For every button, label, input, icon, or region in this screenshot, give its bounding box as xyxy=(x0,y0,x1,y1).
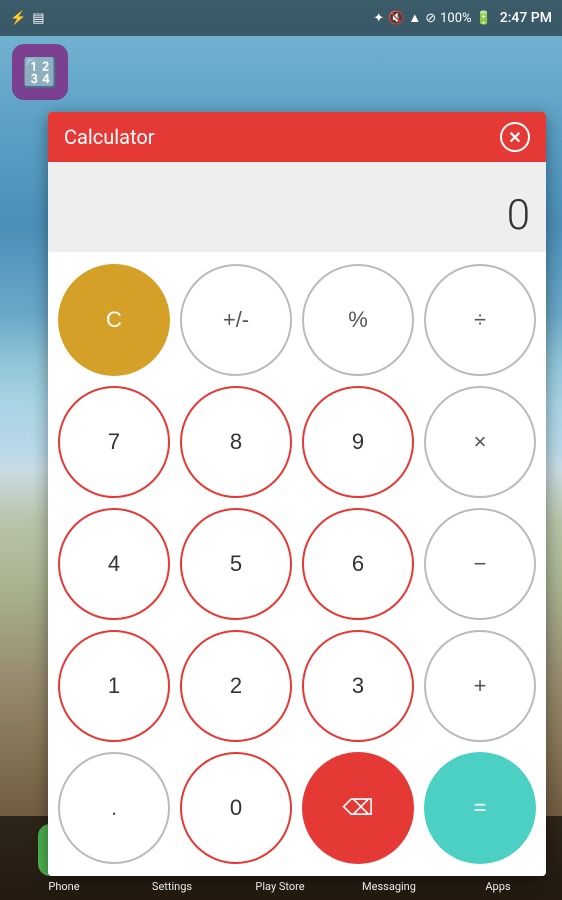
calc-btn-5[interactable]: 5 xyxy=(180,508,292,620)
calc-header: Calculator ✕ xyxy=(48,112,546,162)
calc-btn--[interactable]: . xyxy=(58,752,170,864)
blocked-icon: ⊘ xyxy=(425,11,436,26)
calc-btn-0[interactable]: 0 xyxy=(180,752,292,864)
calc-display: 0 xyxy=(48,162,546,252)
calc-btn-1[interactable]: 1 xyxy=(58,630,170,742)
calc-btn-6[interactable]: 6 xyxy=(302,508,414,620)
battery-percent: 100% xyxy=(440,11,471,26)
dock-label-messaging: Messaging xyxy=(362,880,416,893)
calc-btn----[interactable]: +/- xyxy=(180,264,292,376)
calc-display-value: 0 xyxy=(507,191,530,240)
calc-title: Calculator xyxy=(64,125,155,149)
status-left-icons: ⚡ ▤ xyxy=(10,11,44,26)
status-right-icons: ✦ 🔇 ▲ ⊘ 100% 🔋 2:47 PM xyxy=(373,10,552,26)
calc-btn-C[interactable]: C xyxy=(58,264,170,376)
calc-btn-9[interactable]: 9 xyxy=(302,386,414,498)
dock-label-settings: Settings xyxy=(152,880,192,893)
calc-btn-2[interactable]: 2 xyxy=(180,630,292,742)
calc-btn-7[interactable]: 7 xyxy=(58,386,170,498)
calc-btn--[interactable]: × xyxy=(424,386,536,498)
sim-icon: ▤ xyxy=(32,11,44,26)
calc-btn--[interactable]: ÷ xyxy=(424,264,536,376)
calc-btn--[interactable]: − xyxy=(424,508,536,620)
calculator-popup: Calculator ✕ 0 C+/-%÷789×456−123+.0⌫= xyxy=(48,112,546,876)
dock-label-apps: Apps xyxy=(485,880,510,893)
calculator-app-icon[interactable]: 🔢 xyxy=(12,44,68,100)
calc-btn-4[interactable]: 4 xyxy=(58,508,170,620)
bluetooth-icon: ✦ xyxy=(373,11,384,26)
dock-label-play-store: Play Store xyxy=(255,880,304,893)
calculator-icon-symbol: 🔢 xyxy=(23,56,58,89)
calc-btn-3[interactable]: 3 xyxy=(302,630,414,742)
wifi-icon: ▲ xyxy=(408,10,421,26)
calc-btn-8[interactable]: 8 xyxy=(180,386,292,498)
mute-icon: 🔇 xyxy=(388,11,404,26)
battery-icon: 🔋 xyxy=(476,11,492,26)
calc-close-button[interactable]: ✕ xyxy=(500,122,530,152)
dock-label-phone: Phone xyxy=(48,880,79,893)
status-bar: ⚡ ▤ ✦ 🔇 ▲ ⊘ 100% 🔋 2:47 PM xyxy=(0,0,562,36)
calc-btn--[interactable]: % xyxy=(302,264,414,376)
status-time: 2:47 PM xyxy=(500,10,552,26)
calc-buttons-grid: C+/-%÷ 789× 456− 123+.0⌫= xyxy=(48,252,546,876)
calc-btn--[interactable]: = xyxy=(424,752,536,864)
calc-btn--[interactable]: + xyxy=(424,630,536,742)
usb-icon: ⚡ xyxy=(10,11,26,26)
calc-btn--[interactable]: ⌫ xyxy=(302,752,414,864)
